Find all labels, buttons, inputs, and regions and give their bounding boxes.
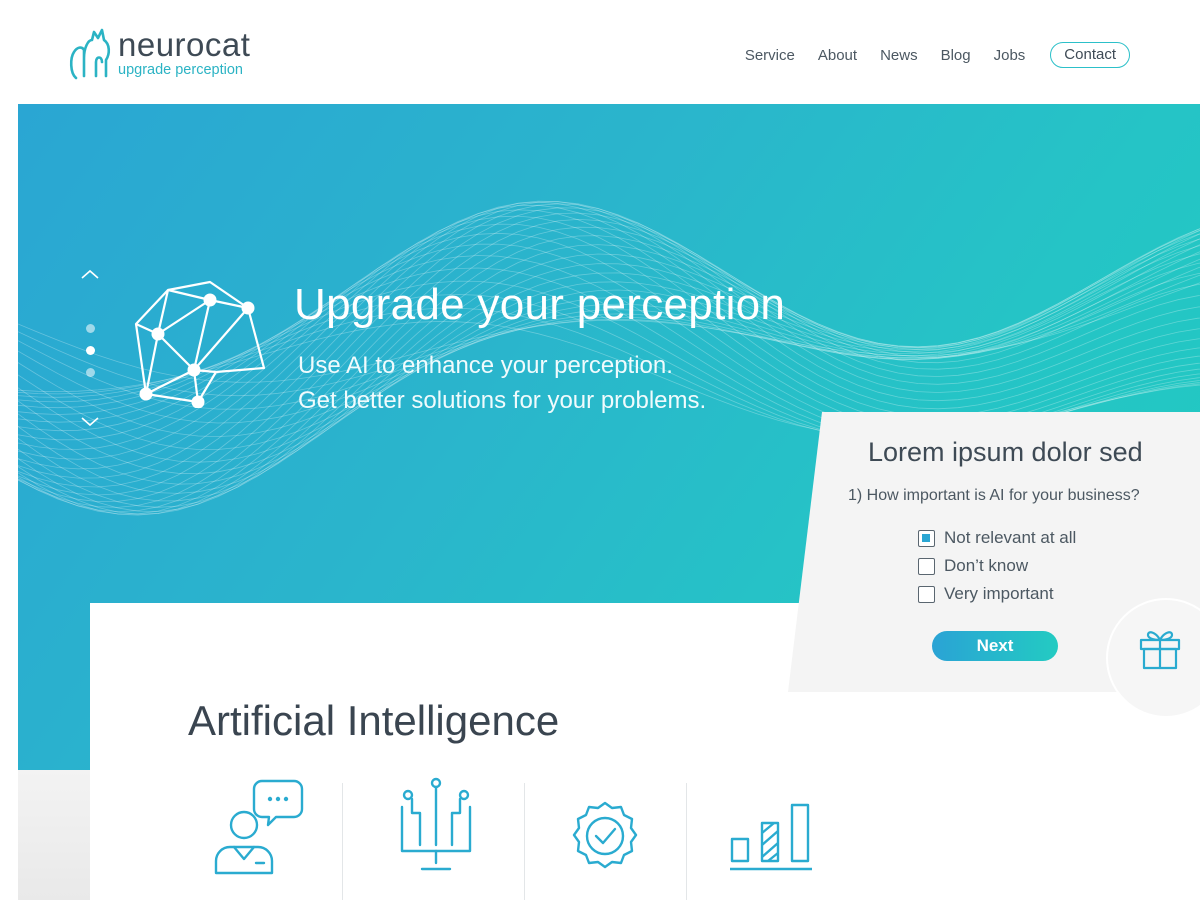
survey-panel: Lorem ipsum dolor sed 1) How important i…: [788, 412, 1200, 718]
option-not-relevant[interactable]: Not relevant at all: [918, 528, 1076, 548]
cat-logo-icon: [69, 28, 111, 80]
feature-divider: [342, 783, 343, 900]
hero-subtitle: Use AI to enhance your perception. Get b…: [298, 348, 706, 418]
brand-tagline: upgrade perception: [118, 62, 243, 78]
bar-chart-icon: [730, 803, 812, 871]
survey-question: 1) How important is AI for your business…: [848, 487, 1140, 504]
brand-logo[interactable]: neurocat upgrade perception: [68, 18, 250, 80]
option-dont-know[interactable]: Don’t know: [918, 556, 1028, 576]
hero-subtitle-line-2: Get better solutions for your problems.: [298, 387, 707, 414]
survey-title: Lorem ipsum dolor sed: [868, 437, 1143, 467]
checkbox-checked[interactable]: [918, 529, 935, 547]
consultant-chat-icon: [214, 779, 304, 875]
feature-technology[interactable]: [398, 775, 474, 900]
verified-badge-icon: [572, 801, 638, 869]
slider-dot-1[interactable]: [86, 324, 95, 333]
nav-news[interactable]: News: [880, 47, 918, 64]
feature-divider: [686, 783, 687, 900]
gift-icon[interactable]: [1138, 626, 1182, 670]
feature-quality[interactable]: [568, 775, 642, 900]
chevron-up-icon[interactable]: [80, 268, 100, 280]
hero-title: Upgrade your perception: [294, 280, 786, 329]
nav-blog[interactable]: Blog: [941, 47, 971, 64]
circuit-monitor-icon: [400, 777, 472, 871]
side-shadow: [18, 770, 90, 900]
contact-button[interactable]: Contact: [1050, 42, 1130, 68]
next-button[interactable]: Next: [932, 631, 1058, 661]
nav-about[interactable]: About: [818, 47, 857, 64]
slider-dot-3[interactable]: [86, 368, 95, 377]
option-label: Very important: [944, 584, 1054, 603]
slider-dot-2[interactable]: [86, 346, 95, 355]
checkbox[interactable]: [918, 585, 935, 603]
feature-consulting[interactable]: [212, 775, 308, 900]
chevron-down-icon[interactable]: [80, 416, 100, 428]
main-nav: Service About News Blog Jobs Contact: [722, 42, 1130, 68]
site-header: neurocat upgrade perception Service Abou…: [0, 0, 1200, 104]
option-very-important[interactable]: Very important: [918, 584, 1054, 604]
checkbox[interactable]: [918, 557, 935, 575]
slider-nav: [80, 268, 100, 428]
brand-name: neurocat: [118, 26, 251, 63]
feature-analytics[interactable]: [728, 775, 818, 900]
nav-service[interactable]: Service: [745, 47, 795, 64]
neural-network-icon: [134, 280, 266, 408]
feature-divider: [524, 783, 525, 900]
option-label: Not relevant at all: [944, 528, 1077, 547]
hero-subtitle-line-1: Use AI to enhance your perception.: [298, 352, 673, 379]
option-label: Don’t know: [944, 556, 1029, 575]
nav-jobs[interactable]: Jobs: [994, 47, 1026, 64]
section-title: Artificial Intelligence: [188, 697, 560, 744]
